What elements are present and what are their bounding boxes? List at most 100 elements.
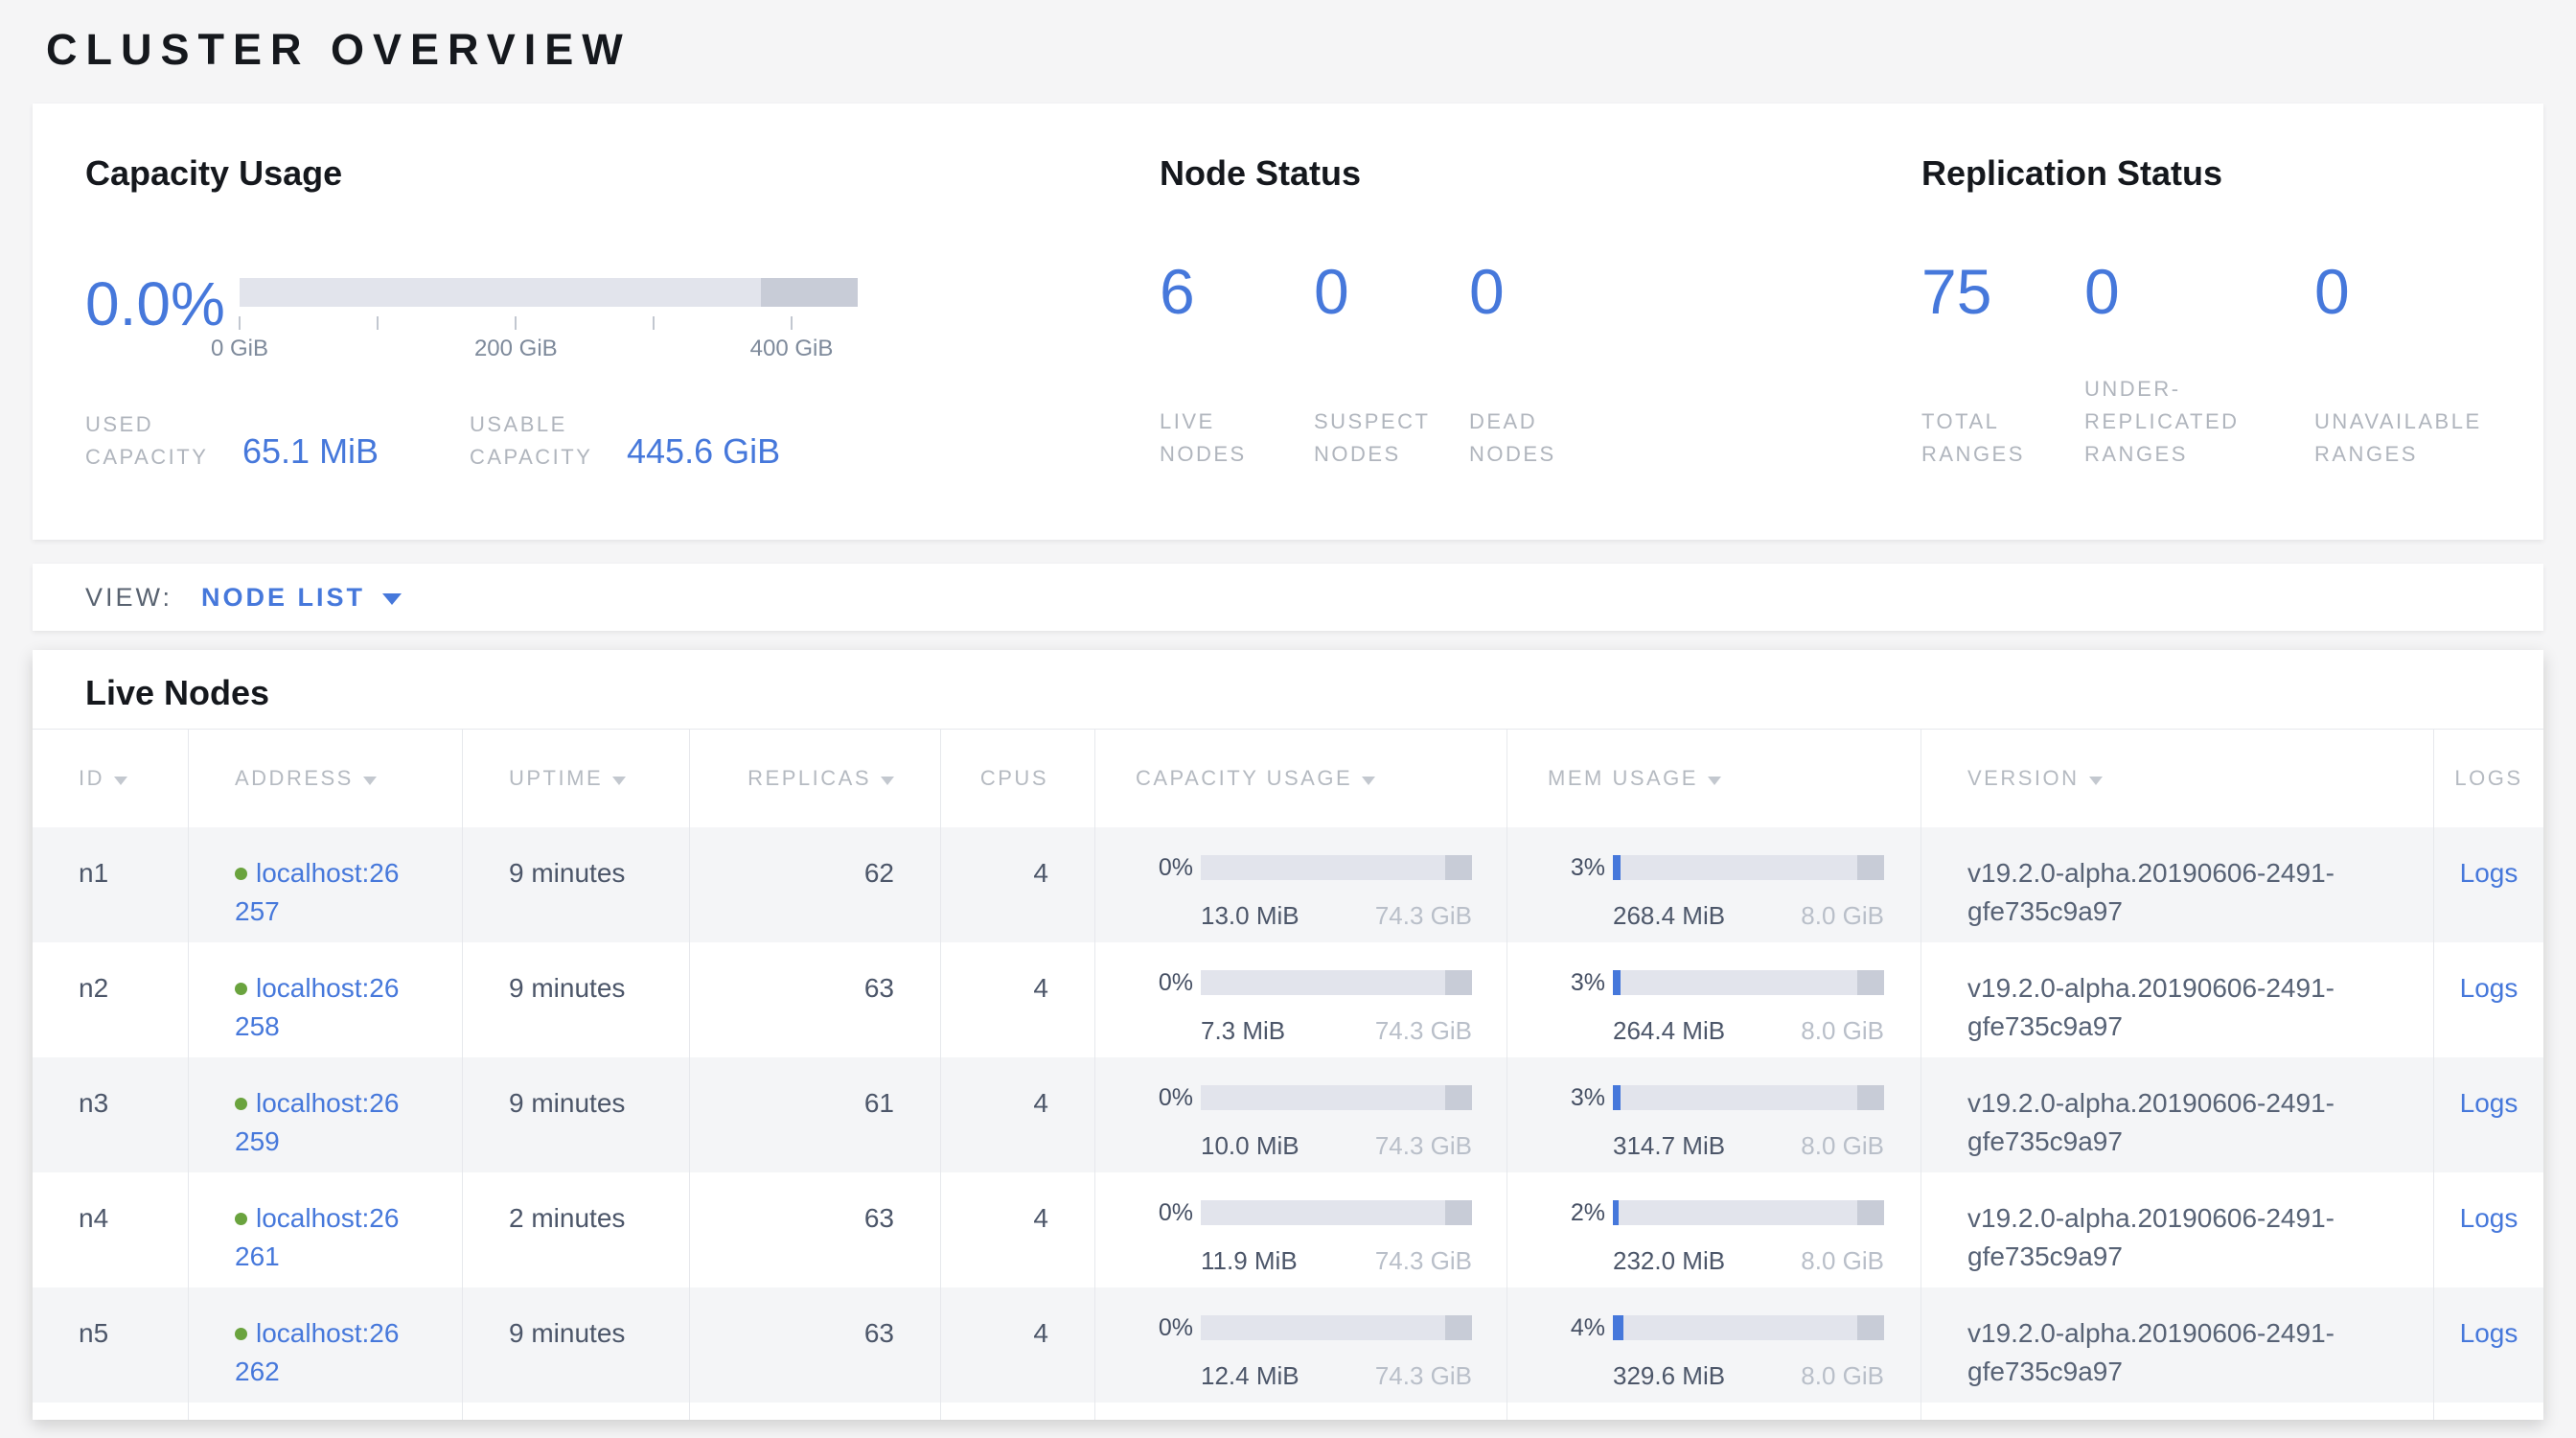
page-title: CLUSTER OVERVIEW xyxy=(46,25,2543,75)
capacity-total-value: 74.3 GiB xyxy=(1375,1241,1472,1280)
header-cell-mem-usage[interactable]: MEM USAGE xyxy=(1507,730,1921,827)
capacity-used-value: 13.0 MiB xyxy=(1201,896,1300,935)
capacity-used-value: 12.4 MiB xyxy=(1201,1357,1300,1395)
mem-usage-cell: 4% 329.6 MiB 8.0 GiB xyxy=(1507,1287,1921,1403)
table-body: n1 localhost:26257 9 minutes 62 4 0% 13.… xyxy=(33,827,2543,1403)
mem-usage-cell: 3% 314.7 MiB 8.0 GiB xyxy=(1507,1057,1921,1172)
live-status-dot xyxy=(235,983,247,995)
stat-value: 0 xyxy=(1469,257,1556,327)
axis-tick xyxy=(377,316,379,330)
address-link[interactable]: localhost:26261 xyxy=(235,1203,399,1271)
header-cell-capacity-usage[interactable]: CAPACITY USAGE xyxy=(1095,730,1507,827)
capacity-bar xyxy=(240,278,858,307)
capacity-usage-cell: 0% 11.9 MiB 74.3 GiB xyxy=(1095,1172,1507,1287)
usable-capacity-stat: USABLE CAPACITY 445.6 GiB xyxy=(470,408,854,474)
uptime-cell: 9 minutes xyxy=(463,1057,690,1172)
version-cell: v19.2.0-alpha.20190606-2491-gfe735c9a97 xyxy=(1921,1172,2434,1287)
replicas-cell: 63 xyxy=(690,1287,941,1403)
address-link[interactable]: localhost:26259 xyxy=(235,1088,399,1156)
table-row: n3 localhost:26259 9 minutes 61 4 0% 10.… xyxy=(33,1057,2543,1172)
header-cell-uptime[interactable]: UPTIME xyxy=(463,730,690,827)
version-cell: v19.2.0-alpha.20190606-2491-gfe735c9a97 xyxy=(1921,942,2434,1057)
column-label: REPLICAS xyxy=(748,766,871,791)
mem-usage-cell: 2% 232.0 MiB 8.0 GiB xyxy=(1507,1172,1921,1287)
stat-value: 0 xyxy=(1314,257,1430,327)
node-list-dropdown[interactable]: NODE LIST xyxy=(201,583,402,613)
address-cell: localhost:26261 xyxy=(189,1172,463,1287)
mem-used-value: 268.4 MiB xyxy=(1613,896,1725,935)
capacity-percent-label: 0% xyxy=(1134,963,1193,1002)
capacity-percent-label: 0% xyxy=(1134,1078,1193,1117)
address-link[interactable]: localhost:26258 xyxy=(235,973,399,1041)
view-bar: VIEW: NODE LIST xyxy=(33,564,2543,631)
live-status-dot xyxy=(235,1328,247,1340)
node-id-cell: n5 xyxy=(33,1287,189,1403)
under-replicated-ranges-stat: 0 UNDER- REPLICATED RANGES xyxy=(2084,257,2240,471)
axis-tick-label: 0 GiB xyxy=(211,336,268,362)
mem-bar-reserved xyxy=(1857,1200,1884,1225)
cpus-cell: 4 xyxy=(941,942,1095,1057)
suspect-nodes-stat: 0 SUSPECT NODES xyxy=(1314,257,1430,471)
cpus-cell: 4 xyxy=(941,827,1095,942)
stat-value: 0 xyxy=(2084,257,2240,327)
capacity-bar-reserved xyxy=(1445,855,1472,880)
mem-bar-reserved xyxy=(1857,970,1884,995)
address-link[interactable]: localhost:26257 xyxy=(235,858,399,926)
header-cell-address[interactable]: ADDRESS xyxy=(189,730,463,827)
node-id-cell: n3 xyxy=(33,1057,189,1172)
logs-link[interactable]: Logs xyxy=(2460,973,2518,1003)
logs-link[interactable]: Logs xyxy=(2460,1318,2518,1348)
replicas-cell: 63 xyxy=(690,1172,941,1287)
sort-descending-icon xyxy=(881,777,894,785)
summary-card: Capacity Usage 0.0% 0 GiB200 GiB400 GiB … xyxy=(33,104,2543,540)
replication-status-title: Replication Status xyxy=(1921,153,2222,194)
sort-descending-icon xyxy=(114,777,127,785)
used-capacity-value: 65.1 MiB xyxy=(242,431,379,472)
address-cell: localhost:26258 xyxy=(189,942,463,1057)
logs-link[interactable]: Logs xyxy=(2460,858,2518,888)
node-list-dropdown-value: NODE LIST xyxy=(201,583,365,613)
capacity-usage-bar xyxy=(1201,1200,1472,1225)
live-nodes-card: Live Nodes ID ADDRESS UPTIME REPLICAS CP… xyxy=(33,650,2543,1420)
mem-bar-reserved xyxy=(1857,855,1884,880)
axis-tick xyxy=(653,316,655,330)
replicas-cell: 61 xyxy=(690,1057,941,1172)
sort-descending-icon xyxy=(1708,777,1721,785)
address-link[interactable]: localhost:26262 xyxy=(235,1318,399,1386)
mem-total-value: 8.0 GiB xyxy=(1801,1241,1884,1280)
capacity-usage-bar xyxy=(1201,855,1472,880)
column-label: CAPACITY USAGE xyxy=(1136,766,1352,791)
capacity-bar-reserved xyxy=(761,278,858,307)
mem-percent-label: 3% xyxy=(1546,848,1605,887)
unavailable-ranges-stat: 0 UNAVAILABLE RANGES xyxy=(2314,257,2482,471)
capacity-axis: 0 GiB200 GiB400 GiB xyxy=(240,307,858,364)
header-cell-id[interactable]: ID xyxy=(33,730,189,827)
logs-link[interactable]: Logs xyxy=(2460,1203,2518,1233)
capacity-bar-reserved xyxy=(1445,1200,1472,1225)
axis-tick xyxy=(239,316,241,330)
mem-bar-reserved xyxy=(1857,1315,1884,1340)
capacity-percent: 0.0% xyxy=(85,268,225,339)
header-cell-replicas[interactable]: REPLICAS xyxy=(690,730,941,827)
capacity-total-value: 74.3 GiB xyxy=(1375,1357,1472,1395)
column-label: CPUS xyxy=(980,766,1048,791)
mem-bar-fill xyxy=(1613,855,1621,880)
uptime-cell: 9 minutes xyxy=(463,1287,690,1403)
header-cell-version[interactable]: VERSION xyxy=(1921,730,2434,827)
mem-bar-fill xyxy=(1613,1085,1621,1110)
capacity-usage-cell: 0% 10.0 MiB 74.3 GiB xyxy=(1095,1057,1507,1172)
address-cell: localhost:26257 xyxy=(189,827,463,942)
logs-link[interactable]: Logs xyxy=(2460,1088,2518,1118)
capacity-stats: USED CAPACITY 65.1 MiB USABLE CAPACITY 4… xyxy=(85,408,854,474)
dead-nodes-stat: 0 DEAD NODES xyxy=(1469,257,1556,471)
node-id-cell: n4 xyxy=(33,1172,189,1287)
version-cell: v19.2.0-alpha.20190606-2491-gfe735c9a97 xyxy=(1921,1057,2434,1172)
uptime-cell: 2 minutes xyxy=(463,1172,690,1287)
table-row: n5 localhost:26262 9 minutes 63 4 0% 12.… xyxy=(33,1287,2543,1403)
axis-tick-label: 400 GiB xyxy=(750,336,834,362)
capacity-usage-cell: 0% 13.0 MiB 74.3 GiB xyxy=(1095,827,1507,942)
mem-percent-label: 4% xyxy=(1546,1309,1605,1347)
stat-value: 75 xyxy=(1921,257,2025,327)
column-label: ADDRESS xyxy=(235,766,354,791)
capacity-usage-bar xyxy=(1201,1085,1472,1110)
